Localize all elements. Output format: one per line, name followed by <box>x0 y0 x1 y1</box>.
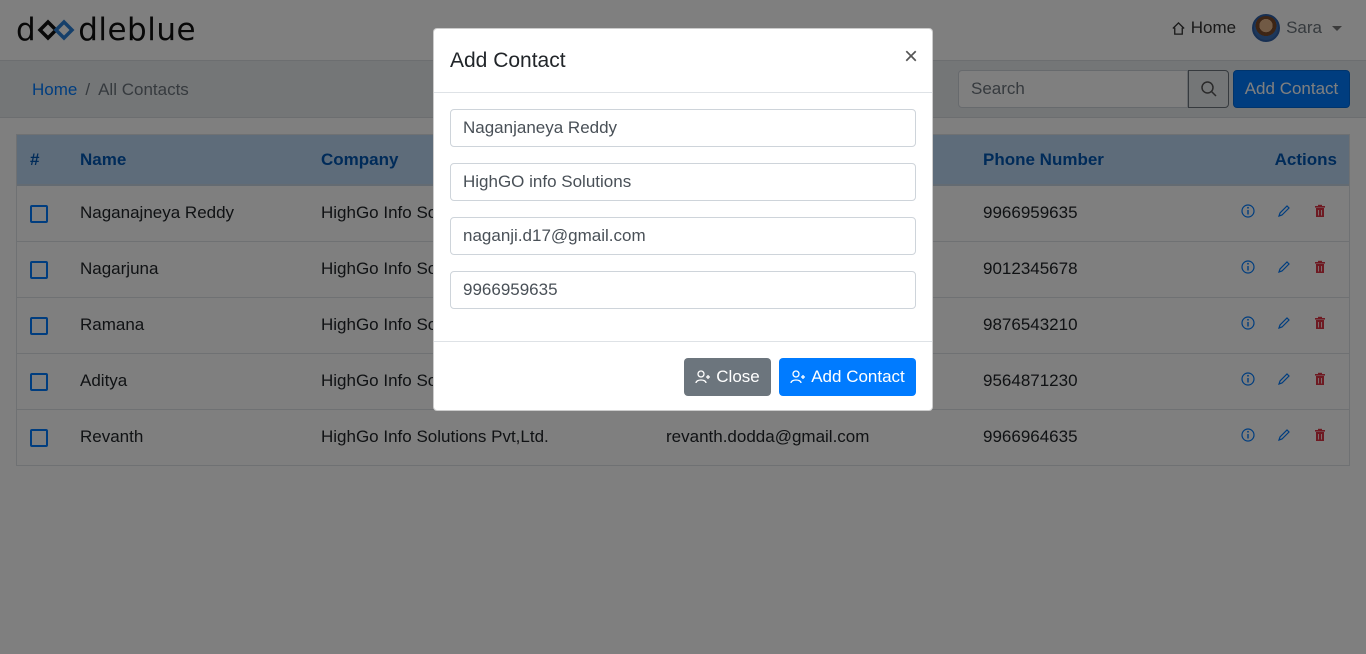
user-plus-icon <box>695 370 711 384</box>
modal-header: Add Contact × <box>434 29 932 93</box>
name-field[interactable] <box>450 109 916 147</box>
add-button-label: Add Contact <box>811 367 905 386</box>
submit-add-contact-button[interactable]: Add Contact <box>779 358 916 396</box>
close-icon[interactable]: × <box>904 45 918 69</box>
modal-title: Add Contact <box>450 49 566 72</box>
close-button[interactable]: Close <box>684 358 771 396</box>
add-contact-modal: Add Contact × Close Add Contact <box>433 28 933 411</box>
user-plus-icon <box>790 370 806 384</box>
modal-body <box>434 93 932 342</box>
phone-field[interactable] <box>450 271 916 309</box>
close-button-label: Close <box>716 367 760 386</box>
modal-footer: Close Add Contact <box>434 342 932 412</box>
email-field[interactable] <box>450 217 916 255</box>
company-field[interactable] <box>450 163 916 201</box>
